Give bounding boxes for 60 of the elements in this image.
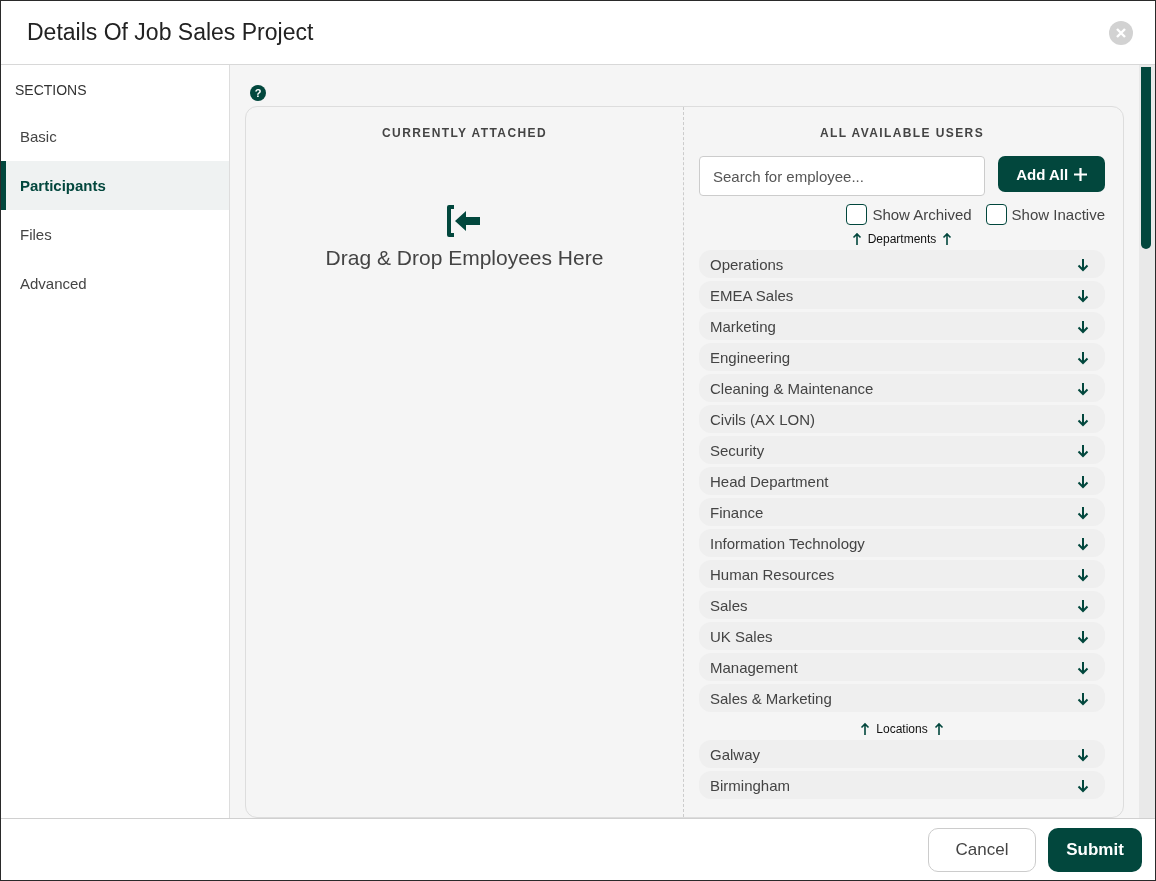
submit-button[interactable]: Submit (1048, 827, 1142, 872)
scrollbar[interactable] (1139, 65, 1155, 818)
arrow-up-icon (942, 231, 953, 246)
list-item[interactable]: Birmingham (699, 771, 1105, 799)
list-item[interactable]: Security (699, 436, 1105, 464)
checkbox[interactable] (846, 204, 868, 225)
checkbox-label: Show Archived (872, 206, 972, 223)
list-item[interactable]: Operations (699, 250, 1105, 278)
list-item[interactable]: Sales (699, 591, 1105, 619)
checkbox[interactable] (985, 204, 1007, 225)
arrow-down-icon (1076, 597, 1090, 613)
arrow-down-icon (1076, 442, 1090, 458)
panel-heading: ALL AVAILABLE USERS (819, 126, 985, 140)
panel-heading: CURRENTLY ATTACHED (382, 126, 547, 140)
sidebar-item[interactable]: Participants (1, 161, 229, 210)
sidebar-item[interactable]: Advanced (1, 259, 229, 308)
arrow-down-icon (1076, 473, 1090, 489)
search-field[interactable]: Search for employee... (699, 156, 986, 196)
list-item[interactable]: Management (699, 653, 1105, 681)
checkbox-label: Show Inactive (1011, 206, 1105, 223)
arrow-down-icon (1076, 777, 1090, 793)
arrow-down-icon (1076, 628, 1090, 644)
drop-zone-text: Drag & Drop Employees Here (325, 246, 604, 270)
arrow-down-icon (1076, 659, 1090, 675)
list-item[interactable]: Human Resources (699, 560, 1105, 588)
arrow-down-icon (1076, 349, 1090, 365)
arrow-down-icon (1076, 504, 1090, 520)
arrow-down-icon (1076, 411, 1090, 427)
dialog-title: Details Of Job Sales Project (27, 19, 314, 46)
arrow-up-icon (933, 721, 944, 736)
add-all-button[interactable]: Add All (998, 156, 1105, 192)
arrow-up-icon (860, 721, 871, 736)
sidebar-item[interactable]: Files (1, 210, 229, 259)
list-item[interactable]: Sales & Marketing (699, 684, 1105, 712)
list-item[interactable]: Head Department (699, 467, 1105, 495)
arrow-down-icon (1076, 566, 1090, 582)
list-item[interactable]: UK Sales (699, 622, 1105, 650)
arrow-down-icon (1076, 256, 1090, 272)
group-heading[interactable]: Locations (876, 721, 928, 736)
group-heading[interactable]: Departments (867, 231, 937, 246)
arrow-down-icon (1076, 287, 1090, 303)
arrow-up-icon (851, 231, 862, 246)
arrow-down-icon (1076, 690, 1090, 706)
arrow-down-icon (1076, 380, 1090, 396)
list-item[interactable]: EMEA Sales (699, 281, 1105, 309)
list-item[interactable]: Galway (699, 740, 1105, 768)
help-icon[interactable]: ? (250, 85, 266, 101)
plus-icon (1074, 167, 1088, 181)
list-item[interactable]: Marketing (699, 312, 1105, 340)
sidebar-item[interactable]: Basic (1, 112, 229, 161)
list-item[interactable]: Civils (AX LON) (699, 405, 1105, 433)
arrow-down-icon (1076, 535, 1090, 551)
list-item[interactable]: Finance (699, 498, 1105, 526)
list-item[interactable]: Information Technology (699, 529, 1105, 557)
sidebar-heading: SECTIONS (14, 81, 88, 100)
arrow-down-icon (1076, 318, 1090, 334)
cancel-button[interactable]: Cancel (928, 827, 1036, 872)
arrow-down-icon (1076, 746, 1090, 762)
list-item[interactable]: Cleaning & Maintenance (699, 374, 1105, 402)
list-item[interactable]: Engineering (699, 343, 1105, 371)
